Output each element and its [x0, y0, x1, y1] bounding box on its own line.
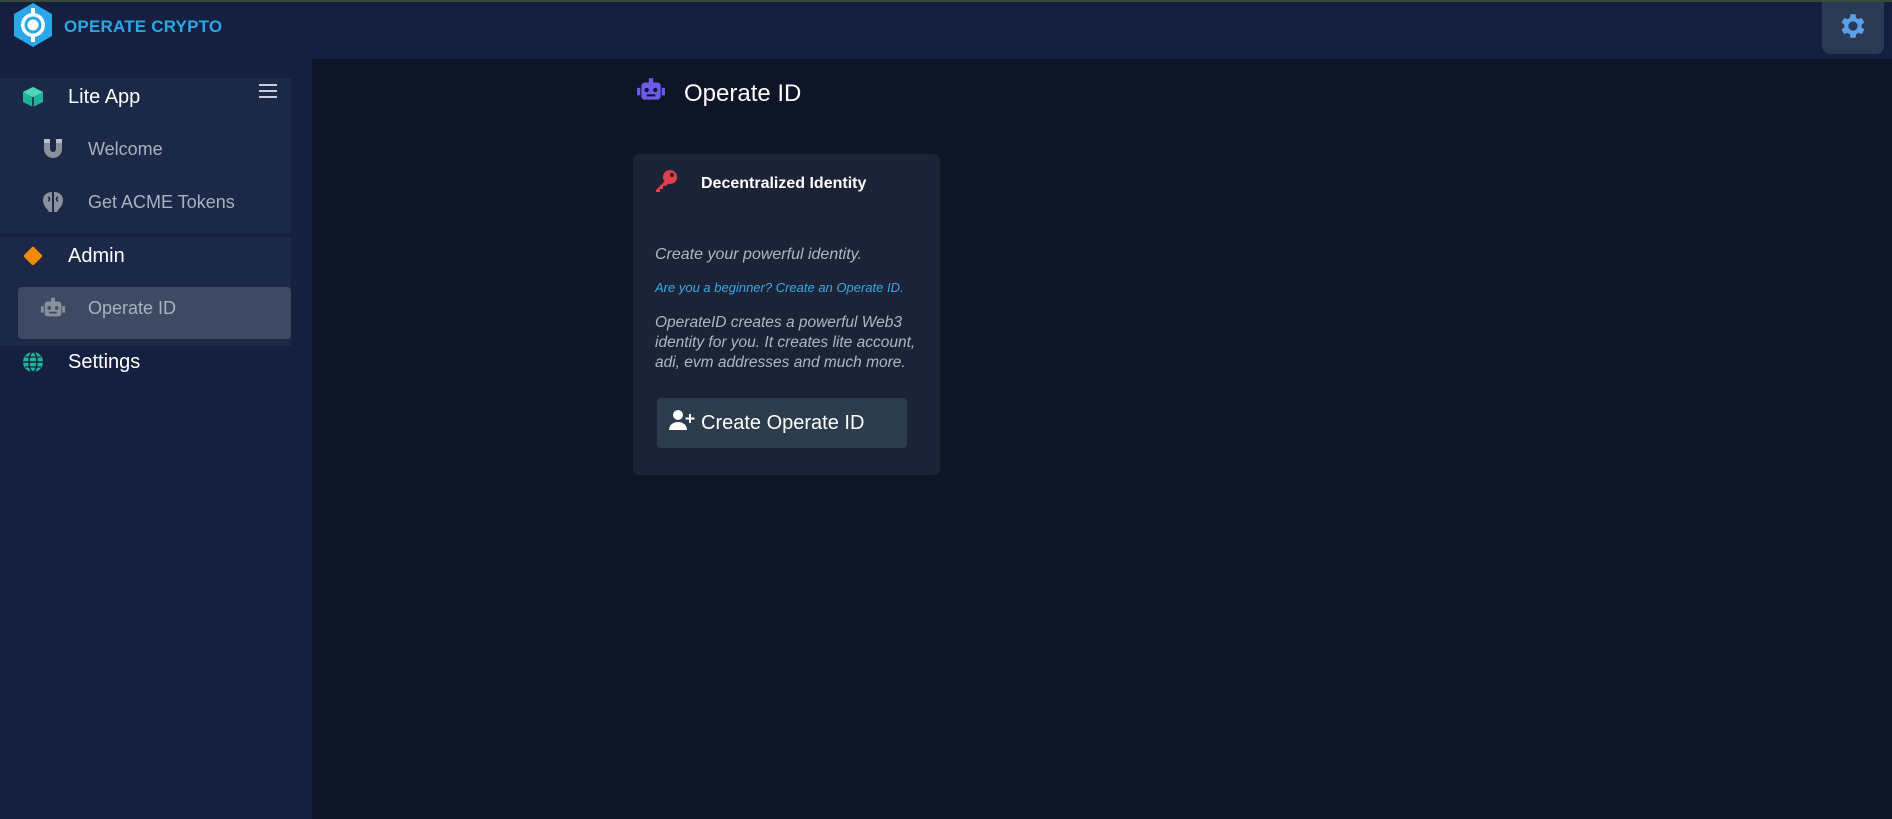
globe-icon: [20, 349, 46, 375]
card-description: OperateID creates a powerful Web3 identi…: [655, 314, 916, 371]
sidebar-item-admin[interactable]: Admin: [20, 243, 125, 269]
sidebar-item-label: Welcome: [88, 138, 163, 159]
identity-card: Decentralized Identity Create your power…: [633, 154, 940, 475]
user-plus-icon: [669, 409, 695, 437]
sidebar-item-operate-id[interactable]: Operate ID: [40, 295, 176, 321]
top-bar: OPERATE CRYPTO: [0, 0, 1892, 59]
diamond-icon: [20, 243, 46, 269]
sidebar-item-welcome[interactable]: Welcome: [40, 136, 163, 162]
sidebar-item-label: Operate ID: [88, 297, 177, 318]
key-icon: [653, 168, 679, 199]
sidebar-item-settings[interactable]: Settings: [20, 349, 140, 375]
page-title-text: Operate ID: [684, 79, 802, 107]
logo-icon: [10, 2, 56, 53]
create-button-label: Create Operate ID: [701, 411, 865, 434]
page-title: Operate ID: [636, 76, 801, 111]
settings-button[interactable]: [1822, 2, 1884, 54]
card-title: Decentralized Identity: [701, 174, 867, 192]
brain-icon: [40, 189, 66, 215]
sidebar-item-label: Settings: [68, 350, 141, 373]
sidebar-item-label: Admin: [68, 244, 125, 267]
sidebar-item-lite-app[interactable]: Lite App: [20, 84, 140, 110]
create-operate-id-button[interactable]: Create Operate ID: [657, 398, 907, 448]
card-header: Decentralized Identity: [653, 168, 866, 199]
robot-icon: [40, 295, 66, 321]
sidebar-item-label: Lite App: [68, 85, 141, 108]
menu-toggle-icon[interactable]: [259, 84, 277, 100]
sidebar-item-get-acme-tokens[interactable]: Get ACME Tokens: [40, 189, 235, 215]
beginner-link[interactable]: Are you a beginner? Create an Operate ID…: [655, 280, 904, 295]
gear-icon: [1837, 10, 1869, 47]
brand-logo[interactable]: OPERATE CRYPTO: [10, 2, 223, 53]
card-subtitle: Create your powerful identity.: [655, 246, 862, 263]
sidebar-item-label: Get ACME Tokens: [88, 191, 235, 212]
magnet-icon: [40, 136, 66, 162]
brand-name: OPERATE CRYPTO: [64, 17, 223, 36]
cube-icon: [20, 84, 46, 110]
robot-icon: [636, 76, 666, 111]
